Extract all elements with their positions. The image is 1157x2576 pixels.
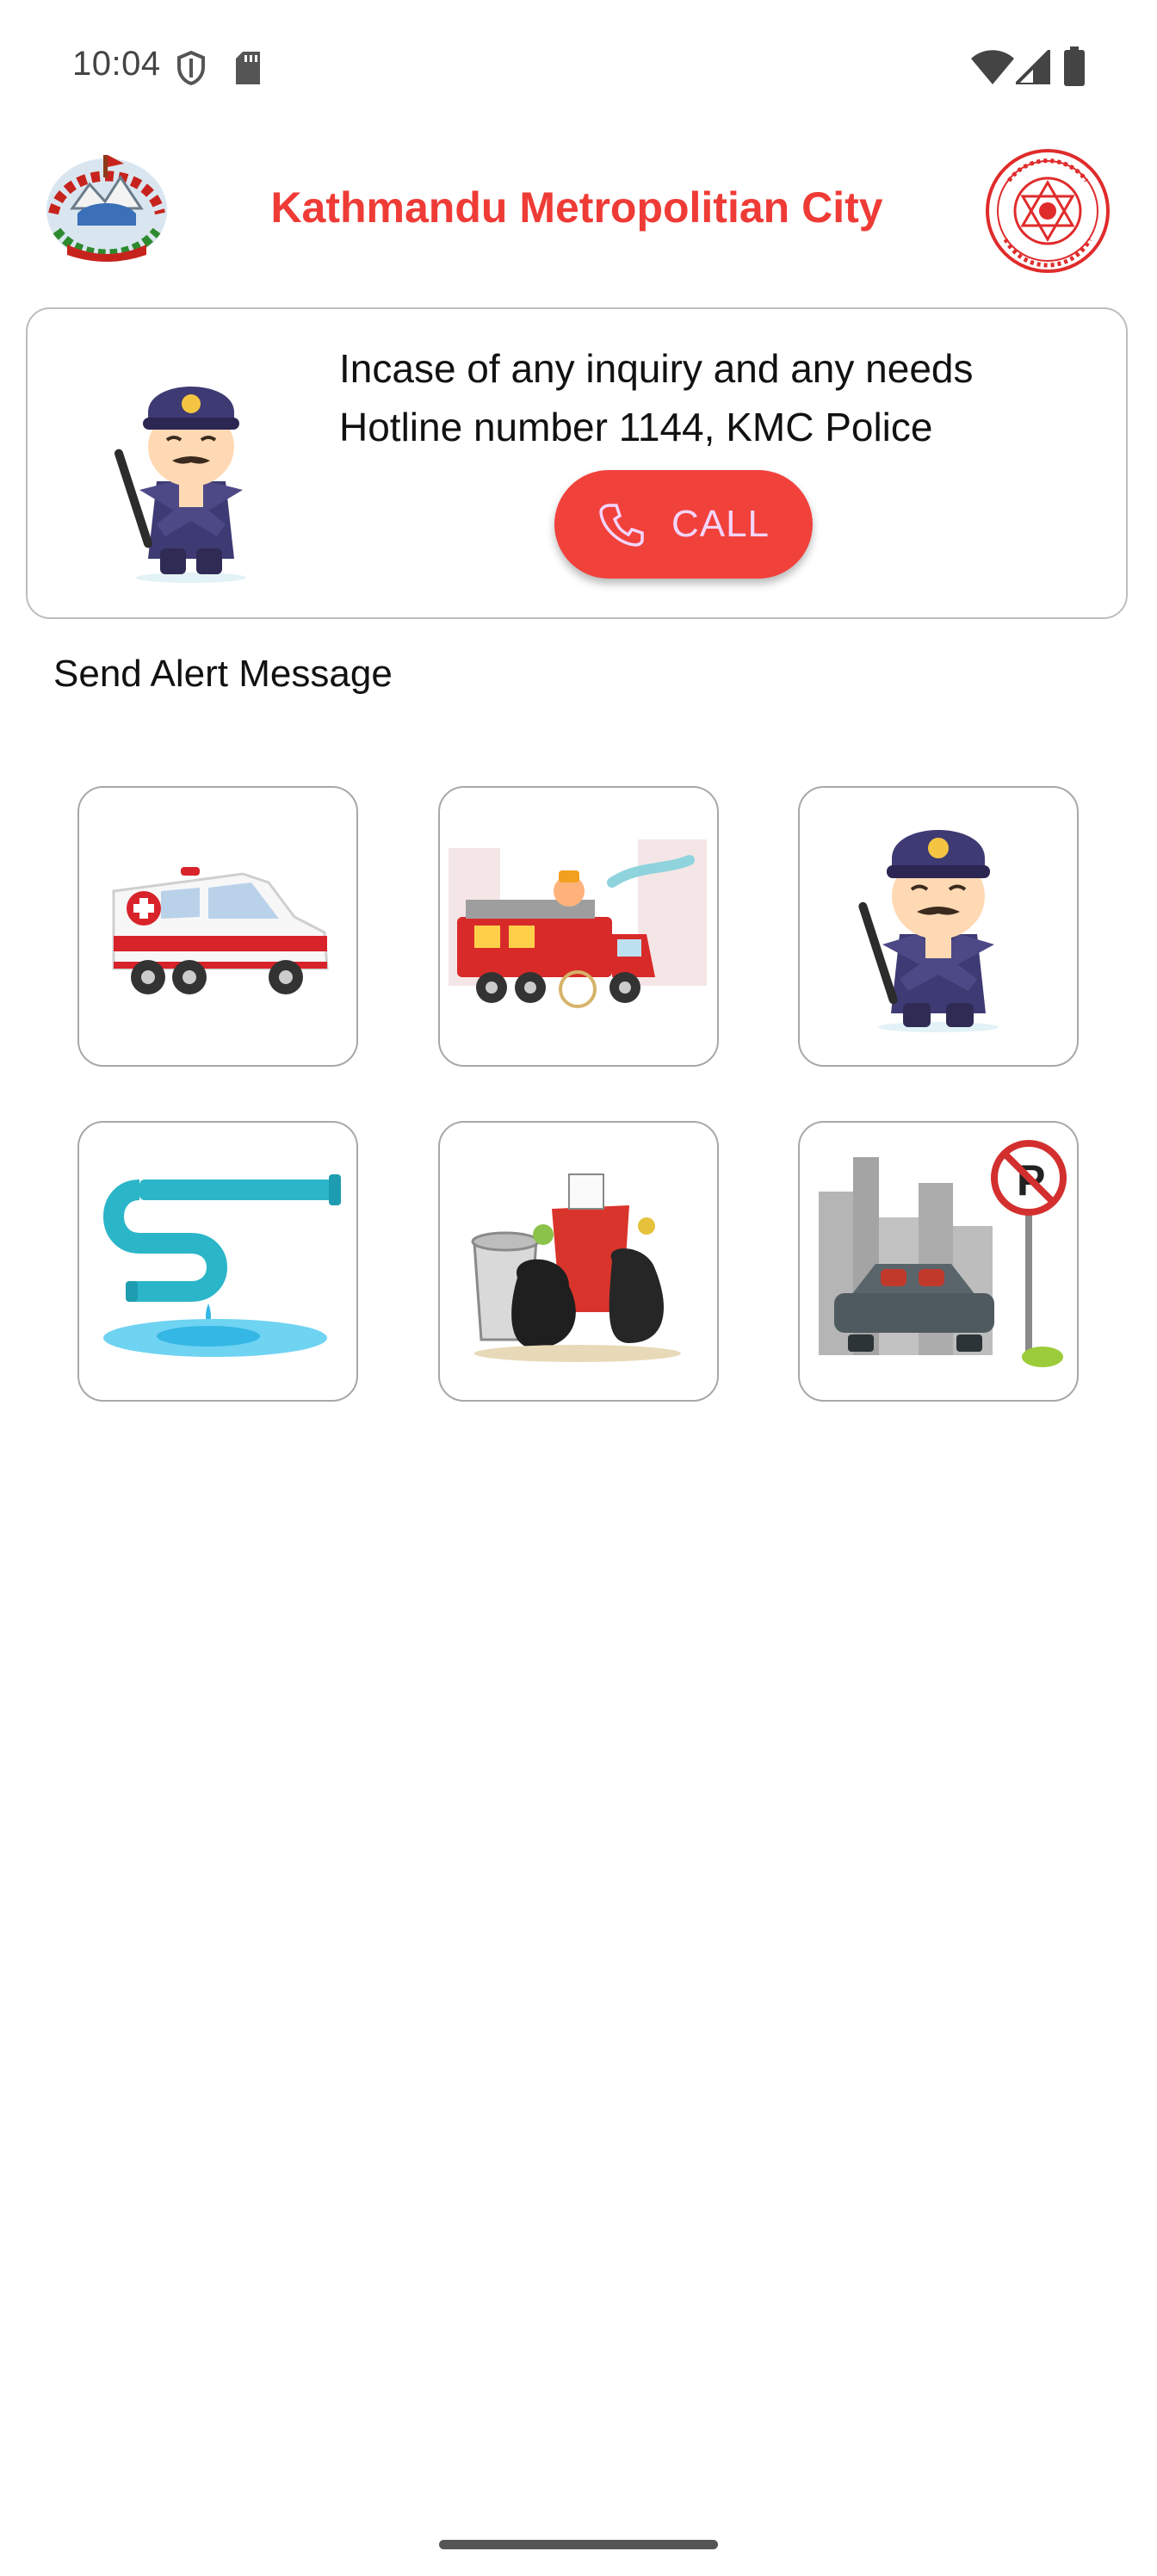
hotline-card: Incase of any inquiry and any needs Hotl… xyxy=(26,307,1128,619)
alert-ambulance-button[interactable] xyxy=(77,786,358,1067)
hotline-text-line1: Incase of any inquiry and any needs xyxy=(339,346,974,391)
no-parking-car-icon: P xyxy=(819,1140,1067,1367)
shield-icon xyxy=(177,50,205,86)
alert-fire-truck-button[interactable] xyxy=(438,786,719,1067)
cellular-signal-icon xyxy=(1016,50,1050,84)
water-leak-pipe-icon xyxy=(103,1174,341,1357)
sd-card-icon xyxy=(236,52,260,84)
status-bar: 10:04 xyxy=(0,0,1157,129)
alert-no-parking-button[interactable]: P xyxy=(798,1121,1079,1402)
status-time: 10:04 xyxy=(72,45,161,83)
nepal-emblem-logo xyxy=(46,155,167,262)
call-label: CALL xyxy=(671,503,770,545)
alert-police-button[interactable] xyxy=(798,786,1079,1067)
fire-truck-icon xyxy=(449,839,707,1008)
wifi-icon xyxy=(971,50,1014,84)
alert-garbage-button[interactable] xyxy=(438,1121,719,1402)
app-title: Kathmandu Metropolitian City xyxy=(270,183,883,232)
battery-icon xyxy=(1064,46,1085,86)
ambulance-icon xyxy=(112,867,329,994)
alert-water-leak-button[interactable] xyxy=(77,1121,358,1402)
section-title: Send Alert Message xyxy=(53,653,393,695)
hotline-text-line2: Hotline number 1144, KMC Police xyxy=(339,405,933,449)
call-button[interactable]: CALL xyxy=(554,470,813,579)
garbage-icon xyxy=(471,1173,681,1362)
police-officer-icon xyxy=(858,830,999,1032)
police-officer-icon xyxy=(114,387,246,583)
home-indicator[interactable] xyxy=(439,2540,718,2549)
kmc-seal-logo xyxy=(986,149,1110,273)
phone-icon xyxy=(599,504,644,547)
app-header: Kathmandu Metropolitian City xyxy=(0,138,1157,284)
